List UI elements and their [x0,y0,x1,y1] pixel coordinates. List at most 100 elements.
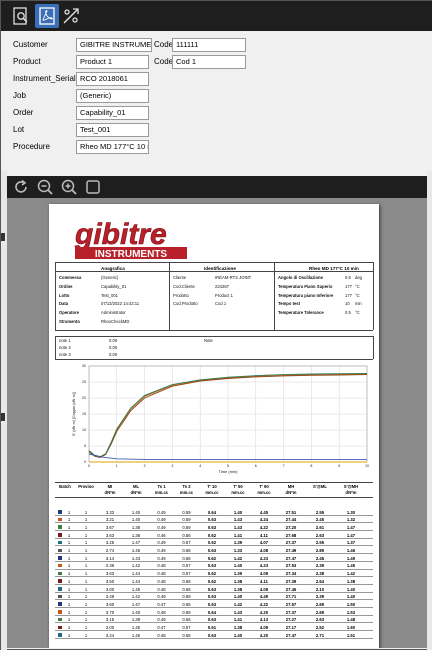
note-value: 0.00 [109,345,118,350]
product-field[interactable]: Product 1 [76,55,149,69]
gibitre-logo: gibitre INSTRUMENTS [74,218,187,260]
section-anagrafica: Anagrafica [101,266,125,271]
table-cell: 1.42 [131,563,141,569]
table-row: 1 1 3.33 1.40 0.49 0.59 0.64 1.40 4.45 27.51 2.55 1… [55,508,373,516]
table-cell: 1.40 [131,609,141,615]
x-tick-label: 10 [365,464,369,468]
table-cell: 0.57 [182,540,191,546]
table-cell: 0.63 [207,548,217,553]
splitter-marker [1,233,5,241]
table-cell: 1.46 [131,632,141,638]
procedure-label: Procedure [13,142,50,151]
customer-code-field[interactable]: 111111 [172,38,246,52]
refresh-button[interactable] [11,177,31,197]
table-cell: 0.47 [157,601,166,607]
table-cell: 2.38 [315,571,325,577]
table-cell: 1.50 [346,601,356,607]
table-cell: 3.70 [105,609,115,615]
splitter-marker [1,413,5,421]
table-cell: 1.41 [233,532,243,538]
table-row: 1 1 3.50 1.44 0.48 0.58 0.62 1.38 4.11 27.39 2.54 1… [55,577,373,585]
table-cell: 0.62 [207,578,217,584]
table-cell: 4.45 [259,509,269,515]
section-identificazione: Identificazione [204,266,236,271]
anagrafica-key: Ordine [59,283,73,289]
table-cell: 0.56 [182,586,191,592]
param-value: 0.5 [345,310,351,316]
param-value: 177 [345,292,352,298]
table-cell: 0.62 [207,532,217,538]
customer-field[interactable]: GIBITRE INSTRUMEN [76,38,152,52]
table-cell: 1.39 [131,617,141,623]
pdf-document-icon [39,7,55,25]
table-cell: 4.23 [259,555,269,561]
table-cell: 1.36 [131,532,141,538]
instrument-serial-label: Instrument_Serial [13,74,76,83]
x-tick-label: 9 [338,464,340,468]
table-cell: 1.46 [131,548,141,553]
report-viewer[interactable]: gibitre INSTRUMENTS Anagrafica Identific… [7,198,427,648]
table-cell: 1 [84,509,88,515]
column-header: Ts 1 [157,484,166,489]
fit-page-button[interactable] [83,177,103,197]
capability-button[interactable] [59,4,83,28]
procedure-field[interactable]: Rheo MD 177°C 10 m [76,140,149,154]
job-field[interactable]: (Generic) [76,89,149,103]
column-unit: dN*m [104,490,116,495]
divider [55,336,373,337]
table-cell: 27.44 [285,517,297,523]
anagrafica-value: Capability_01 [101,283,127,289]
table-cell: 1.40 [233,594,243,600]
lot-field[interactable]: Test_001 [76,123,149,137]
identificazione-key: Cod.Prodotto [173,301,198,307]
table-cell: 1.38 [131,524,141,530]
table-cell: 1.46 [346,548,356,553]
right-splitter[interactable] [427,171,432,650]
zoom-out-button[interactable] [35,177,55,197]
zoom-in-button[interactable] [59,177,79,197]
table-cell: 3.63 [105,571,115,577]
param-unit: °C [355,292,360,298]
table-cell: 2.52 [315,625,325,630]
table-cell: 1 [84,571,88,577]
column-unit: mm.cc [205,490,219,495]
note-key: note 1 [59,338,71,343]
instrument-serial-field[interactable]: RCO 2018061 [76,72,149,86]
table-row: 1 1 3.67 1.38 0.49 0.59 0.63 1.43 4.22 27.20 2.61 1… [55,523,373,532]
table-cell: 2.69 [315,601,325,607]
table-cell: 27.57 [285,601,297,607]
x-axis-label: Time (min) [219,469,239,474]
report-page: gibitre INSTRUMENTS Anagrafica Identific… [49,204,379,648]
table-top-border [55,482,373,483]
search-document-button[interactable] [9,4,33,28]
note-value: 0.00 [109,352,118,357]
order-field[interactable]: Capability_01 [76,106,149,120]
table-cell: 27.68 [285,532,297,538]
table-row: 1 1 3.24 1.46 0.48 0.58 0.63 1.40 4.20 27.47 2.71 1… [55,631,373,639]
table-cell: 27.39 [285,578,297,584]
section-procedure: Rheo MD 177°C 10 min [309,266,359,271]
x-tick-label: 5 [227,464,229,468]
pdf-document-button[interactable] [35,4,59,28]
table-cell: 1 [84,594,88,600]
table-cell: 4.23 [259,563,269,569]
table-cell: 1.40 [131,509,141,515]
table-cell: 0.63 [207,563,217,569]
identificazione-value: 224267 [215,283,229,289]
column-unit: dN*m [130,490,142,495]
product-code-field[interactable]: Cod 1 [172,55,246,69]
table-cell: 0.56 [182,617,191,623]
identificazione-key: Prodotto [173,292,189,298]
product-label: Product [13,57,41,66]
divider [373,262,374,330]
table-cell: 2.61 [315,524,325,530]
column-header: T' 50 [233,484,243,489]
table-row: 1 1 3.25 1.47 0.49 0.57 0.62 1.39 4.07 27.37 2.55 1… [55,539,373,547]
table-row: 1 1 2.74 1.46 0.49 0.58 0.63 1.33 4.08 27.49 2.89 1… [55,547,373,555]
column-header: Provino [78,484,94,489]
table-cell: 0.58 [182,555,191,561]
table-cell: 0.62 [207,571,217,577]
table-cell: 2.36 [105,563,115,569]
table-cell: 1.47 [346,532,356,538]
table-cell: 1.53 [346,609,356,615]
